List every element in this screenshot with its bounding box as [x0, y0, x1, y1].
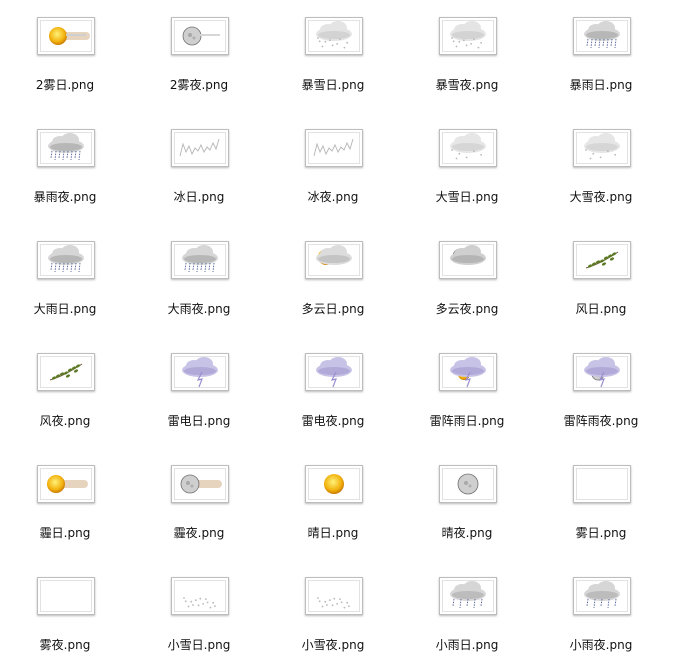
file-name-label[interactable]: 小雨夜.png [536, 636, 666, 653]
file-item[interactable]: 雷电日.png [134, 336, 268, 448]
file-thumbnail[interactable] [573, 17, 631, 55]
file-item[interactable]: 多云夜.png [402, 224, 536, 336]
file-item[interactable]: 霾夜.png [134, 448, 268, 560]
file-name-label[interactable]: 霾日.png [0, 524, 130, 541]
file-thumbnail[interactable] [305, 129, 363, 167]
file-item[interactable]: 雾夜.png [0, 560, 134, 672]
file-name-label[interactable]: 霾夜.png [134, 524, 264, 541]
file-item[interactable]: 冰夜.png [268, 112, 402, 224]
file-item[interactable]: 暴雪日.png [268, 0, 402, 112]
file-thumbnail[interactable] [171, 17, 229, 55]
file-thumbnail[interactable] [305, 17, 363, 55]
file-name-label[interactable]: 雷电夜.png [268, 412, 398, 429]
file-grid: 2雾日.png 2雾夜.png 暴雪日.png 暴雪夜.png 暴雨日.png 暴雨夜.p… [0, 0, 679, 661]
file-item[interactable]: 暴雨日.png [536, 0, 670, 112]
file-thumbnail[interactable] [171, 353, 229, 391]
file-name-label[interactable]: 雷电日.png [134, 412, 264, 429]
file-item[interactable]: 大雨日.png [0, 224, 134, 336]
file-item[interactable]: 暴雨夜.png [0, 112, 134, 224]
file-item[interactable]: 雷阵雨日.png [402, 336, 536, 448]
file-item[interactable]: 多云日.png [268, 224, 402, 336]
file-thumbnail[interactable] [439, 465, 497, 503]
file-thumbnail[interactable] [37, 353, 95, 391]
file-name-label[interactable]: 雷阵雨日.png [402, 412, 532, 429]
file-thumbnail[interactable] [573, 465, 631, 503]
file-name-label[interactable]: 大雨日.png [0, 300, 130, 317]
file-name-label[interactable]: 小雪日.png [134, 636, 264, 653]
file-name-label[interactable]: 2雾日.png [0, 76, 130, 93]
file-item[interactable]: 2雾日.png [0, 0, 134, 112]
file-thumbnail[interactable] [305, 465, 363, 503]
file-name-label[interactable]: 小雨日.png [402, 636, 532, 653]
file-item[interactable]: 雷电夜.png [268, 336, 402, 448]
file-item[interactable]: 大雪夜.png [536, 112, 670, 224]
file-item[interactable]: 大雪日.png [402, 112, 536, 224]
file-name-label[interactable]: 2雾夜.png [134, 76, 264, 93]
file-thumbnail[interactable] [573, 353, 631, 391]
file-name-label[interactable]: 大雪夜.png [536, 188, 666, 205]
file-thumbnail[interactable] [439, 577, 497, 615]
file-thumbnail[interactable] [305, 577, 363, 615]
file-thumbnail[interactable] [305, 241, 363, 279]
file-item[interactable]: 小雨日.png [402, 560, 536, 672]
file-thumbnail[interactable] [439, 353, 497, 391]
file-item[interactable]: 雾日.png [536, 448, 670, 560]
file-thumbnail[interactable] [171, 465, 229, 503]
file-name-label[interactable]: 雾夜.png [0, 636, 130, 653]
file-thumbnail[interactable] [305, 353, 363, 391]
file-name-label[interactable]: 雾日.png [536, 524, 666, 541]
file-name-label[interactable]: 暴雨日.png [536, 76, 666, 93]
file-thumbnail[interactable] [439, 17, 497, 55]
file-item[interactable]: 小雪夜.png [268, 560, 402, 672]
file-thumbnail[interactable] [37, 241, 95, 279]
file-thumbnail[interactable] [439, 129, 497, 167]
file-name-label[interactable]: 冰日.png [134, 188, 264, 205]
file-item[interactable]: 暴雪夜.png [402, 0, 536, 112]
file-name-label[interactable]: 暴雨夜.png [0, 188, 130, 205]
file-item[interactable]: 小雨夜.png [536, 560, 670, 672]
file-thumbnail[interactable] [171, 577, 229, 615]
file-thumbnail[interactable] [439, 241, 497, 279]
file-thumbnail[interactable] [573, 129, 631, 167]
file-name-label[interactable]: 风夜.png [0, 412, 130, 429]
file-item[interactable]: 风夜.png [0, 336, 134, 448]
file-name-label[interactable]: 雷阵雨夜.png [536, 412, 666, 429]
file-thumbnail[interactable] [37, 465, 95, 503]
file-name-label[interactable]: 暴雪夜.png [402, 76, 532, 93]
file-thumbnail[interactable] [37, 577, 95, 615]
file-name-label[interactable]: 晴夜.png [402, 524, 532, 541]
file-item[interactable]: 晴夜.png [402, 448, 536, 560]
file-thumbnail[interactable] [37, 17, 95, 55]
file-name-label[interactable]: 大雨夜.png [134, 300, 264, 317]
file-item[interactable]: 雷阵雨夜.png [536, 336, 670, 448]
file-name-label[interactable]: 暴雪日.png [268, 76, 398, 93]
file-thumbnail[interactable] [37, 129, 95, 167]
file-name-label[interactable]: 冰夜.png [268, 188, 398, 205]
file-item[interactable]: 大雨夜.png [134, 224, 268, 336]
file-name-label[interactable]: 大雪日.png [402, 188, 532, 205]
file-item[interactable]: 晴日.png [268, 448, 402, 560]
file-name-label[interactable]: 风日.png [536, 300, 666, 317]
file-item[interactable]: 2雾夜.png [134, 0, 268, 112]
file-item[interactable]: 小雪日.png [134, 560, 268, 672]
file-name-label[interactable]: 多云日.png [268, 300, 398, 317]
file-item[interactable]: 冰日.png [134, 112, 268, 224]
file-thumbnail[interactable] [171, 129, 229, 167]
file-thumbnail[interactable] [573, 577, 631, 615]
file-name-label[interactable]: 多云夜.png [402, 300, 532, 317]
file-thumbnail[interactable] [573, 241, 631, 279]
file-name-label[interactable]: 小雪夜.png [268, 636, 398, 653]
file-name-label[interactable]: 晴日.png [268, 524, 398, 541]
file-item[interactable]: 霾日.png [0, 448, 134, 560]
file-thumbnail[interactable] [171, 241, 229, 279]
file-item[interactable]: 风日.png [536, 224, 670, 336]
